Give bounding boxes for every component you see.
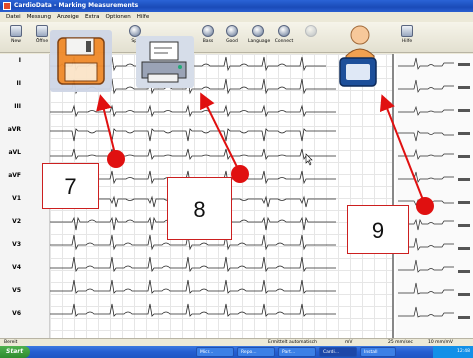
lead-label: V2 xyxy=(12,218,21,225)
language-button[interactable]: Language xyxy=(248,24,270,50)
menu-item-hilfe[interactable]: Hilfe xyxy=(137,12,150,22)
clock: 12:48 xyxy=(457,349,470,354)
language-icon xyxy=(252,25,264,37)
lead-label: III xyxy=(14,103,21,110)
side-traces xyxy=(398,57,470,319)
help-icon xyxy=(401,25,413,37)
taskbar-item[interactable]: Micr... xyxy=(196,347,234,357)
lead-label: aVF xyxy=(8,172,21,179)
start-button[interactable]: Start xyxy=(0,346,30,358)
taskbar-item[interactable]: Part... xyxy=(278,347,316,357)
taskbar: Start Micr... Repo... Part... Cardi... I… xyxy=(0,346,473,358)
lead-label: I xyxy=(18,57,21,64)
status-bar: Bereit Ermittelt automatisch mV 25 mm/se… xyxy=(0,338,473,346)
bass-button[interactable]: Bass xyxy=(198,24,218,50)
taskbar-item-active[interactable]: Cardi... xyxy=(319,347,357,357)
title-bar: CardioData - Marking Measurements xyxy=(0,0,473,12)
callout-dot xyxy=(231,165,249,183)
open-icon xyxy=(36,25,48,37)
callout-dot xyxy=(416,197,434,215)
open-button[interactable]: Öffne xyxy=(32,24,52,50)
new-button[interactable]: New xyxy=(6,24,26,50)
app-icon xyxy=(3,2,11,10)
menu-item-messung[interactable]: Messung xyxy=(27,12,51,22)
lead-label: aVR xyxy=(7,126,21,133)
rhythm-side-panel xyxy=(396,54,473,338)
new-icon xyxy=(10,25,22,37)
help-button[interactable]: Hilfe xyxy=(397,24,417,50)
lead-label: V6 xyxy=(12,310,21,317)
lead-label: V1 xyxy=(12,195,21,202)
printer-icon xyxy=(136,36,194,88)
system-tray: 12:48 xyxy=(433,346,473,358)
good-icon xyxy=(226,25,238,37)
menu-item-datei[interactable]: Datei xyxy=(6,12,21,22)
lead-label: aVL xyxy=(8,149,21,156)
good-button[interactable]: Good xyxy=(222,24,242,50)
patient-icon xyxy=(334,20,384,90)
menu-item-extra[interactable]: Extra xyxy=(85,12,100,22)
callout-8: 8 xyxy=(167,177,232,240)
callout-9: 9 xyxy=(347,205,409,254)
lead-label: V5 xyxy=(12,287,21,294)
menu-bar: Datei Messung Anzeige Extra Optionen Hil… xyxy=(0,12,473,22)
lead-label: II xyxy=(16,80,21,87)
bass-icon xyxy=(202,25,214,37)
taskbar-item[interactable]: Repo... xyxy=(237,347,275,357)
lead-label: V4 xyxy=(12,264,21,271)
tool-icon xyxy=(305,25,317,37)
floppy-save-icon xyxy=(50,30,112,92)
disabled-tool-button[interactable] xyxy=(301,24,321,50)
taskbar-item[interactable]: Install xyxy=(360,347,396,357)
menu-item-optionen[interactable]: Optionen xyxy=(105,12,130,22)
connect-icon xyxy=(278,25,290,37)
connect-button[interactable]: Connect xyxy=(274,24,294,50)
window-title: CardioData - Marking Measurements xyxy=(14,2,139,9)
lead-label: V3 xyxy=(12,241,21,248)
callout-7: 7 xyxy=(42,163,99,209)
callout-dot xyxy=(107,150,125,168)
menu-item-anzeige[interactable]: Anzeige xyxy=(57,12,79,22)
